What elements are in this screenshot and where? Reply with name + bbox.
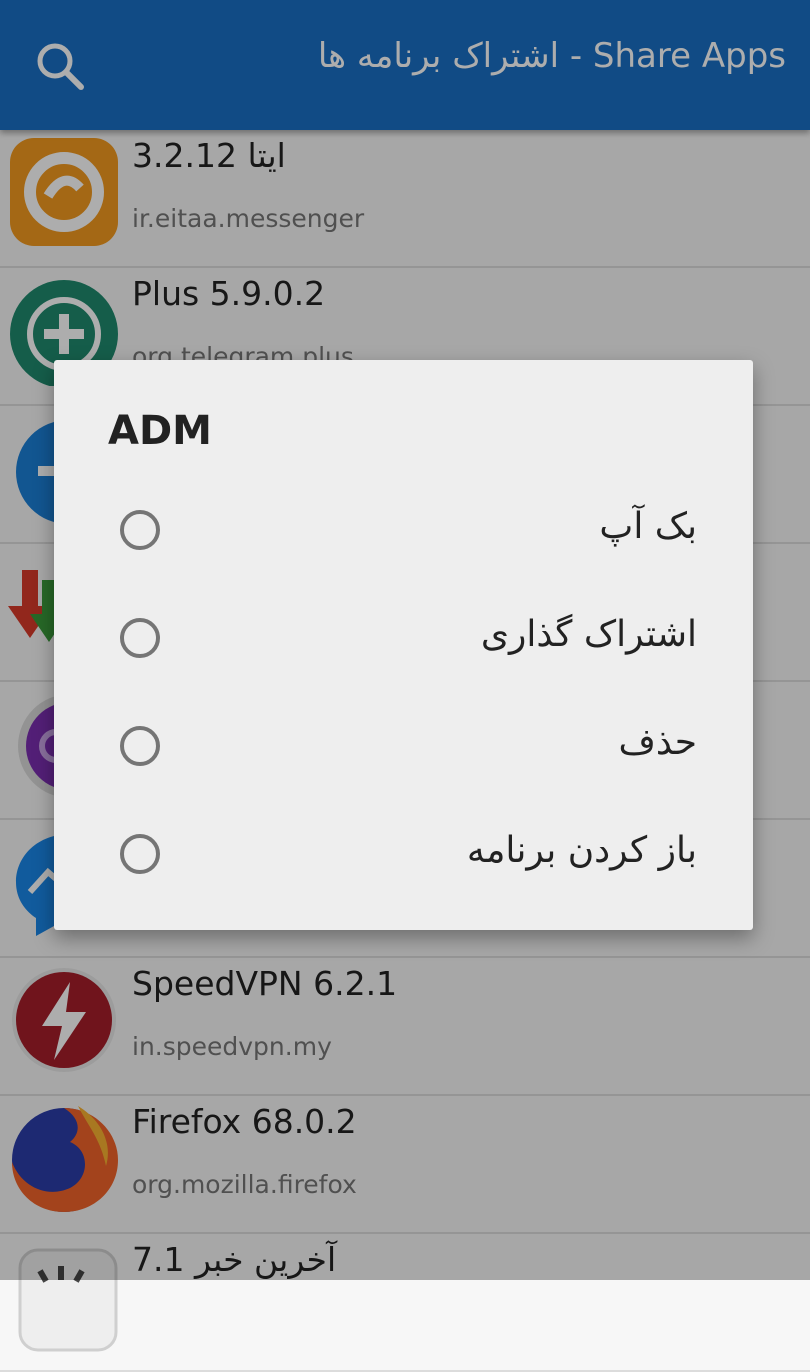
option-label: بک آپ <box>599 506 697 547</box>
options-dialog: ADM بک آپ اشتراک گذاری حذف باز کردن برنا… <box>54 360 753 930</box>
option-delete[interactable]: حذف <box>54 694 753 802</box>
option-label: حذف <box>618 722 697 763</box>
radio-button[interactable] <box>120 834 160 874</box>
option-share[interactable]: اشتراک گذاری <box>54 586 753 694</box>
option-label: اشتراک گذاری <box>480 614 697 655</box>
option-label: باز کردن برنامه <box>466 830 697 871</box>
option-backup[interactable]: بک آپ <box>54 478 753 586</box>
option-open-app[interactable]: باز کردن برنامه <box>54 802 753 910</box>
radio-button[interactable] <box>120 510 160 550</box>
radio-button[interactable] <box>120 726 160 766</box>
dialog-title: ADM <box>108 408 212 454</box>
radio-button[interactable] <box>120 618 160 658</box>
